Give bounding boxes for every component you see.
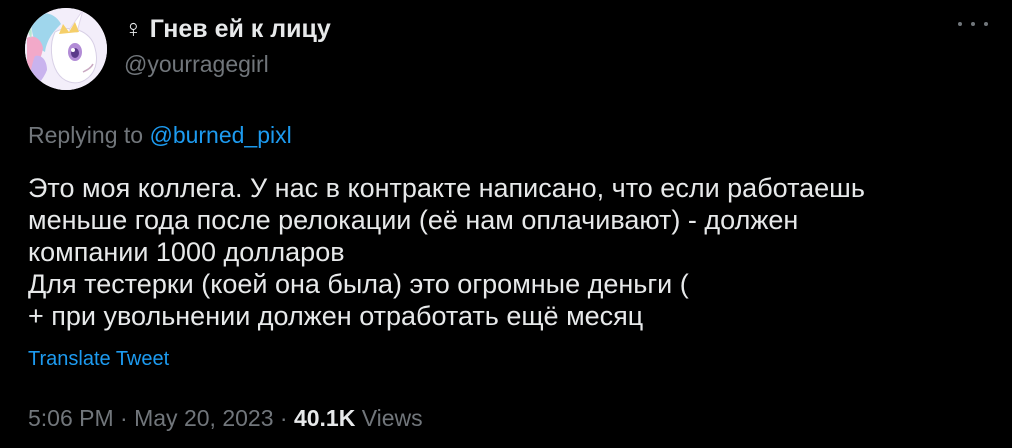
dot [971,22,975,26]
dot [958,22,962,26]
tweet-text-line: Для тестерки (коей она была) это огромны… [28,269,689,299]
female-sign-icon: ♀ [124,15,143,43]
user-handle[interactable]: @yourragegirl [124,50,331,78]
tweet-container: ♀ Гнев ей к лицу @yourragegirl Replying … [0,0,1012,448]
tweet-text-line: компании 1000 долларов [28,237,345,267]
replying-to-label: Replying to [28,122,144,148]
views-label: Views [361,405,423,431]
tweet-text-line: + при увольнении должен отработать ещё м… [28,301,644,331]
tweet-metadata: 5:06 PM · May 20, 2023 · 40.1K Views [28,403,423,433]
separator: · [120,405,128,431]
views-count[interactable]: 40.1K [294,405,355,431]
display-name-text: Гнев ей к лицу [149,15,331,43]
tweet-date[interactable]: May 20, 2023 [134,405,273,431]
reply-mention-link[interactable]: @burned_pixl [149,122,291,148]
display-name[interactable]: ♀ Гнев ей к лицу [124,14,331,44]
tweet-text-line: меньше года после релокации (её нам опла… [28,205,799,235]
author-info: ♀ Гнев ей к лицу @yourragegirl [124,14,331,78]
tweet-text: Это моя коллега. У нас в контракте напис… [28,172,865,332]
translate-tweet-link[interactable]: Translate Tweet [28,346,169,372]
celestia-pony-avatar-icon [25,8,107,90]
dot [984,22,988,26]
replying-to: Replying to @burned_pixl [28,120,292,150]
tweet-text-line: Это моя коллега. У нас в контракте напис… [28,173,865,203]
separator: · [279,405,288,431]
more-options-icon[interactable] [958,14,988,34]
tweet-time[interactable]: 5:06 PM [28,405,114,431]
avatar[interactable] [25,8,107,90]
